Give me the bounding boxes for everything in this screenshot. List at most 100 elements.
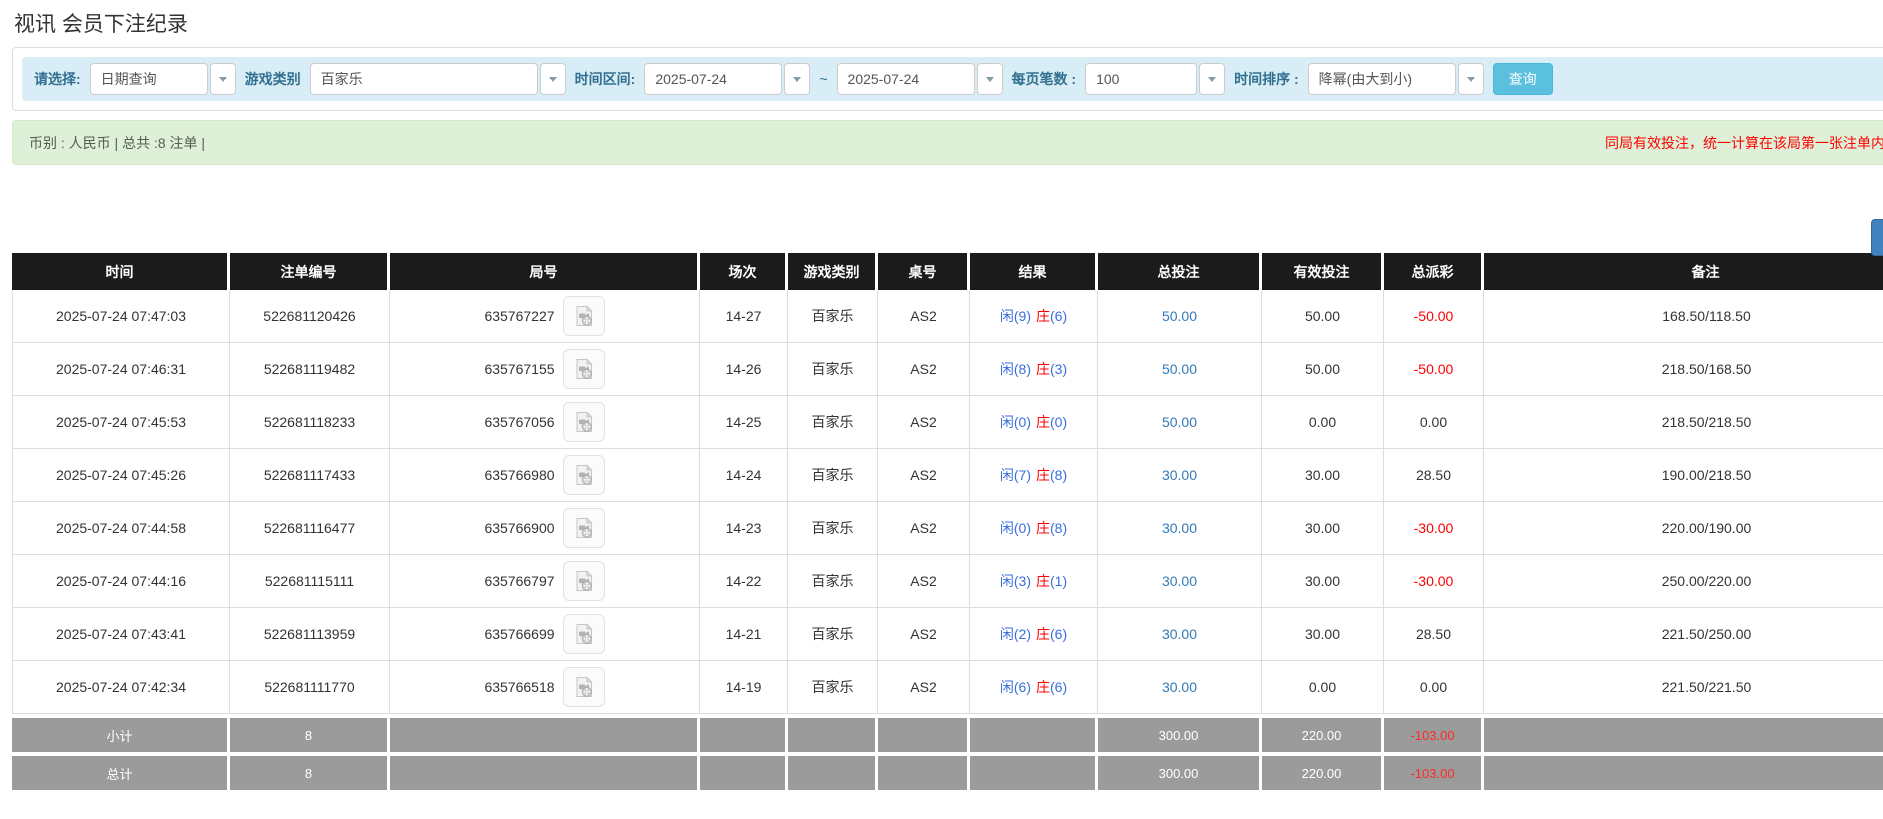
cell-session: 14-23 [700, 502, 788, 555]
total-payout: -103.00 [1384, 752, 1484, 790]
total-total-bet: 300.00 [1098, 752, 1262, 790]
chevron-down-icon [219, 77, 227, 82]
cell-table-no: AS2 [878, 661, 970, 714]
cell-session: 14-19 [700, 661, 788, 714]
result-banker-score: (8) [1050, 467, 1067, 483]
footer-empty-cell [878, 752, 970, 790]
cell-session: 14-26 [700, 343, 788, 396]
result-banker: 庄 [1036, 467, 1050, 483]
cell-total-bet[interactable]: 30.00 [1098, 608, 1262, 661]
footer-empty-cell [878, 714, 970, 752]
footer-empty-cell [1484, 714, 1883, 752]
per-page-label: 每页笔数 : [1012, 69, 1077, 89]
cell-total-bet[interactable]: 50.00 [1098, 343, 1262, 396]
table-row: 2025-07-24 07:42:34 522681111770 6357665… [12, 661, 1883, 714]
result-player: 闲(7) [1000, 467, 1031, 483]
watch-video-button[interactable] [563, 667, 605, 707]
watch-video-button[interactable] [563, 561, 605, 601]
per-page-select[interactable]: 100 [1085, 63, 1225, 95]
game-type-select[interactable]: 百家乐 [310, 63, 566, 95]
cell-bet-id: 522681117433 [230, 449, 390, 502]
header-remark: 备注 [1484, 253, 1883, 290]
cell-total-bet[interactable]: 30.00 [1098, 661, 1262, 714]
subtotal-label: 小计 [12, 714, 230, 752]
cell-bet-id: 522681113959 [230, 608, 390, 661]
cell-total-bet[interactable]: 50.00 [1098, 396, 1262, 449]
cell-round-id: 635766699 [390, 608, 700, 661]
date-range-tilde: ~ [819, 71, 827, 87]
header-total-bet: 总投注 [1098, 253, 1262, 290]
total-row: 总计 8 300.00 220.00 -103.00 [12, 752, 1883, 790]
subtotal-payout: -103.00 [1384, 714, 1484, 752]
valid-bet-notice-text: 同局有效投注，统一计算在该局第一张注单内 [1605, 133, 1883, 153]
result-banker: 庄 [1036, 679, 1050, 695]
cell-round-id: 635767056 [390, 396, 700, 449]
result-player: 闲(0) [1000, 520, 1031, 536]
video-record-icon [572, 463, 596, 487]
date-from-value[interactable]: 2025-07-24 [644, 63, 782, 95]
cell-time: 2025-07-24 07:45:26 [12, 449, 230, 502]
cell-total-bet[interactable]: 30.00 [1098, 449, 1262, 502]
cell-session: 14-21 [700, 608, 788, 661]
cell-total-bet[interactable]: 50.00 [1098, 290, 1262, 343]
game-type-value[interactable]: 百家乐 [310, 63, 538, 95]
query-type-select[interactable]: 日期查询 [90, 63, 236, 95]
per-page-toggle[interactable] [1199, 63, 1225, 95]
cell-time: 2025-07-24 07:44:16 [12, 555, 230, 608]
result-player: 闲(6) [1000, 679, 1031, 695]
video-record-icon [572, 516, 596, 540]
query-type-value[interactable]: 日期查询 [90, 63, 208, 95]
cell-remark: 220.00/190.00 [1484, 502, 1883, 555]
watch-video-button[interactable] [563, 508, 605, 548]
cell-game-type: 百家乐 [788, 661, 878, 714]
watch-video-button[interactable] [563, 614, 605, 654]
chevron-down-icon [549, 77, 557, 82]
cell-payout: -30.00 [1384, 555, 1484, 608]
cell-payout: 28.50 [1384, 449, 1484, 502]
chevron-down-icon [793, 77, 801, 82]
per-page-value[interactable]: 100 [1085, 63, 1197, 95]
date-to-toggle[interactable] [977, 63, 1003, 95]
date-to-value[interactable]: 2025-07-24 [837, 63, 975, 95]
date-from-toggle[interactable] [784, 63, 810, 95]
cell-remark: 168.50/118.50 [1484, 290, 1883, 343]
cell-time: 2025-07-24 07:44:58 [12, 502, 230, 555]
query-type-toggle[interactable] [210, 63, 236, 95]
round-number: 635767155 [484, 361, 554, 377]
cell-table-no: AS2 [878, 449, 970, 502]
cell-remark: 221.50/250.00 [1484, 608, 1883, 661]
date-to-select[interactable]: 2025-07-24 [837, 63, 1003, 95]
watch-video-button[interactable] [563, 296, 605, 336]
page-title: 视讯 会员下注纪录 [14, 12, 1883, 38]
cell-table-no: AS2 [878, 502, 970, 555]
game-type-toggle[interactable] [540, 63, 566, 95]
cell-payout: 0.00 [1384, 661, 1484, 714]
export-button[interactable] [1871, 219, 1883, 256]
cell-bet-id: 522681119482 [230, 343, 390, 396]
cell-payout: -50.00 [1384, 343, 1484, 396]
table-body: 2025-07-24 07:47:03 522681120426 6357672… [12, 290, 1883, 714]
cell-time: 2025-07-24 07:42:34 [12, 661, 230, 714]
cell-result: 闲(8)庄(3) [970, 343, 1098, 396]
watch-video-button[interactable] [563, 349, 605, 389]
sort-select[interactable]: 降幂(由大到小) [1308, 63, 1484, 95]
header-session: 场次 [700, 253, 788, 290]
cell-total-bet[interactable]: 30.00 [1098, 555, 1262, 608]
game-type-label: 游戏类别 [245, 69, 301, 89]
sort-value[interactable]: 降幂(由大到小) [1308, 63, 1456, 95]
result-banker-score: (0) [1050, 414, 1067, 430]
total-count: 8 [230, 752, 390, 790]
watch-video-button[interactable] [563, 402, 605, 442]
cell-game-type: 百家乐 [788, 608, 878, 661]
cell-table-no: AS2 [878, 343, 970, 396]
date-from-select[interactable]: 2025-07-24 [644, 63, 810, 95]
search-button[interactable]: 查询 [1493, 63, 1553, 95]
header-bet-id: 注单编号 [230, 253, 390, 290]
cell-bet-id: 522681120426 [230, 290, 390, 343]
header-payout: 总派彩 [1384, 253, 1484, 290]
sort-toggle[interactable] [1458, 63, 1484, 95]
result-banker: 庄 [1036, 414, 1050, 430]
watch-video-button[interactable] [563, 455, 605, 495]
video-record-icon [572, 304, 596, 328]
cell-total-bet[interactable]: 30.00 [1098, 502, 1262, 555]
